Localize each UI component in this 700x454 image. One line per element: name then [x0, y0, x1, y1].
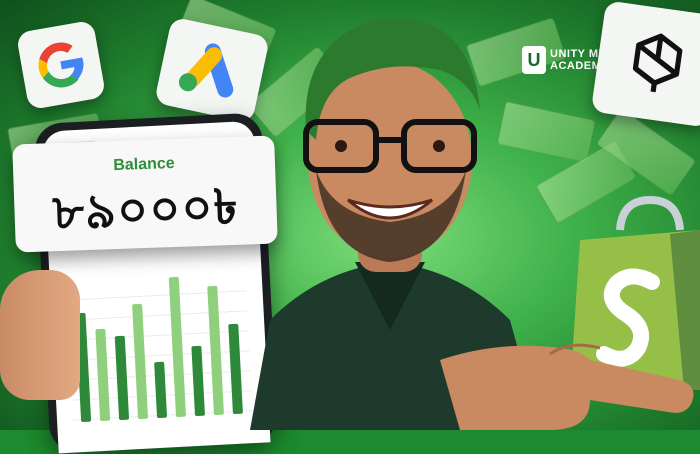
- google-logo-tile: [15, 19, 107, 111]
- balance-card: Balance ৮৯০০০৳: [12, 135, 278, 253]
- phone-chart-bar: [132, 303, 149, 420]
- openai-logo-icon: [632, 33, 683, 93]
- openai-logo-tile: [590, 0, 700, 128]
- phone-chart-bar: [191, 345, 206, 417]
- left-hand: [0, 270, 80, 400]
- academy-logo-mark: U: [522, 46, 546, 74]
- phone-chart-bar: [168, 276, 187, 418]
- google-logo-icon: [38, 42, 84, 88]
- phone-bar-chart: [65, 271, 253, 423]
- balance-amount: ৮৯০০০৳: [51, 178, 240, 242]
- phone-chart-bar: [114, 335, 130, 421]
- phone-chart-bar: [207, 286, 224, 416]
- phone-chart-bar: [95, 328, 111, 422]
- phone-chart-bar: [154, 361, 168, 419]
- pointing-hand: [440, 343, 694, 430]
